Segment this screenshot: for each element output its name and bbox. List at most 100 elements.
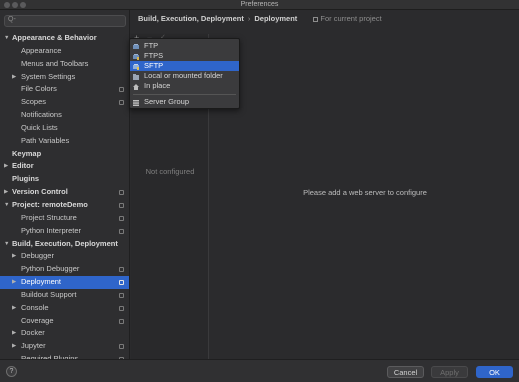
sidebar-item-coverage[interactable]: Coverage [0, 315, 129, 328]
sidebar-item-label: Appearance [21, 45, 62, 55]
add-server-menu: Server Group FTP FTPS SFTP Local or mounted… [129, 38, 240, 109]
sidebar-item-label: System Settings [21, 71, 76, 81]
sidebar-item-label: Jupyter [21, 341, 46, 351]
expanded-arrow-icon[interactable]: ▼ [4, 32, 9, 45]
sidebar-item-appearance[interactable]: Appearance [0, 45, 129, 58]
sidebar-item-notifications[interactable]: Notifications [0, 109, 129, 122]
sidebar-item-keymap[interactable]: Keymap [0, 148, 129, 161]
sidebar-item-label: Appearance & Behavior [12, 33, 97, 42]
sidebar-item-label: Editor [12, 161, 34, 171]
collapsed-arrow-icon[interactable]: ▶ [12, 327, 16, 340]
help-button[interactable]: ? [6, 366, 17, 377]
menu-separator [133, 94, 236, 95]
sidebar-item-label: Python Debugger [21, 264, 80, 274]
sidebar-item-buildout-support[interactable]: Buildout Support [0, 289, 129, 302]
menu-item-label: Local or mounted folder [144, 71, 223, 80]
menu-item-sftp[interactable]: SFTP [130, 61, 239, 71]
settings-search-input[interactable]: Q- [4, 15, 126, 27]
dialog-footer: ? Cancel Apply OK [0, 359, 519, 382]
sidebar-item-label: Docker [21, 328, 45, 338]
menu-item-label: FTPS [144, 51, 164, 60]
menu-item-label: FTP [144, 41, 159, 50]
sidebar-item-file-colors[interactable]: File Colors [0, 83, 129, 96]
project-level-icon [119, 318, 124, 324]
collapsed-arrow-icon[interactable]: ▶ [12, 250, 16, 263]
menu-item-in-place[interactable]: In place [130, 81, 239, 91]
sidebar-item-label: File Colors [21, 84, 57, 94]
menu-item-label: Server Group [144, 97, 190, 106]
project-level-icon [119, 292, 124, 298]
sidebar-item-plugins[interactable]: Plugins [0, 173, 129, 186]
cancel-button[interactable]: Cancel [387, 366, 424, 378]
sidebar-item-quick-lists[interactable]: Quick Lists [0, 122, 129, 135]
menu-item-label: SFTP [144, 61, 164, 70]
project-level-icon [119, 344, 124, 350]
expanded-arrow-icon[interactable]: ▼ [4, 199, 9, 212]
menu-item-label: In place [144, 81, 171, 90]
breadcrumb-separator: › [247, 14, 251, 23]
sidebar-item-label: Keymap [12, 148, 42, 158]
expanded-arrow-icon[interactable]: ▼ [4, 238, 9, 251]
sidebar-item-label: Menus and Toolbars [21, 58, 89, 68]
menu-item-local-or-mounted-folder[interactable]: Local or mounted folder [130, 71, 239, 81]
menu-item-ftps[interactable]: FTPS [130, 51, 239, 61]
project-scope-icon [313, 17, 319, 22]
sidebar-item-label: Project Structure [21, 212, 77, 222]
project-level-icon [119, 215, 124, 221]
collapsed-arrow-icon[interactable]: ▶ [4, 186, 8, 199]
sidebar-item-label: Debugger [21, 251, 54, 261]
sidebar-item-label: Build, Execution, Deployment [12, 238, 118, 248]
sidebar-item-scopes[interactable]: Scopes [0, 96, 129, 109]
collapsed-arrow-icon[interactable]: ▶ [12, 340, 16, 353]
sidebar-item-label: Plugins [12, 174, 40, 184]
sidebar-item-debugger[interactable]: ▶ Debugger [0, 250, 129, 263]
sidebar-item-label: Python Interpreter [21, 225, 82, 235]
settings-tree: ▼ Appearance & Behavior Appearance Menus an… [0, 32, 129, 359]
home-icon [133, 83, 139, 90]
project-level-icon [119, 267, 124, 273]
sidebar-item-project-remotedemo[interactable]: ▼ Project: remoteDemo [0, 199, 129, 212]
apply-button[interactable]: Apply [431, 366, 468, 378]
menu-item-server-group[interactable]: Server Group [130, 97, 239, 107]
sidebar-item-label: Notifications [21, 110, 62, 120]
sidebar-item-label: Coverage [21, 315, 54, 325]
sidebar-item-console[interactable]: ▶ Console [0, 302, 129, 315]
sidebar-item-project-structure[interactable]: Project Structure [0, 212, 129, 225]
sidebar-item-python-interpreter[interactable]: Python Interpreter [0, 225, 129, 238]
sidebar-item-label: Buildout Support [21, 289, 77, 299]
settings-sidebar: Q- ▼ Appearance & Behavior Appearance Menus… [0, 10, 130, 359]
breadcrumb-section[interactable]: Build, Execution, Deployment [138, 14, 244, 23]
project-level-icon [119, 202, 124, 208]
sidebar-item-editor[interactable]: ▶ Editor [0, 160, 129, 173]
sidebar-item-menus-and-toolbars[interactable]: Menus and Toolbars [0, 58, 129, 71]
collapsed-arrow-icon[interactable]: ▶ [4, 160, 8, 173]
project-level-icon [119, 87, 124, 93]
sidebar-item-label: Quick Lists [21, 122, 58, 132]
sidebar-item-label: Console [21, 302, 49, 312]
sidebar-item-deployment[interactable]: ▶ Deployment [0, 276, 129, 289]
sidebar-item-system-settings[interactable]: ▶ System Settings [0, 71, 129, 84]
project-level-icon [119, 100, 124, 106]
ok-button[interactable]: OK [476, 366, 513, 378]
menu-item-ftp[interactable]: FTP [130, 41, 239, 51]
collapsed-arrow-icon[interactable]: ▶ [12, 71, 16, 84]
sidebar-item-appearance-behavior[interactable]: ▼ Appearance & Behavior [0, 32, 129, 45]
sidebar-item-build-execution-deployment[interactable]: ▼ Build, Execution, Deployment [0, 238, 129, 251]
sidebar-item-jupyter[interactable]: ▶ Jupyter [0, 340, 129, 353]
sidebar-item-version-control[interactable]: ▶ Version Control [0, 186, 129, 199]
sidebar-item-python-debugger[interactable]: Python Debugger [0, 263, 129, 276]
sidebar-item-label: Deployment [21, 277, 62, 287]
collapsed-arrow-icon[interactable]: ▶ [12, 276, 16, 289]
sidebar-item-label: Project: remoteDemo [12, 199, 88, 209]
sidebar-item-docker[interactable]: ▶ Docker [0, 327, 129, 340]
window-title: Preferences [240, 1, 279, 8]
sidebar-item-path-variables[interactable]: Path Variables [0, 135, 129, 148]
sidebar-item-label: Path Variables [21, 135, 70, 145]
project-level-icon [119, 305, 124, 311]
collapsed-arrow-icon[interactable]: ▶ [12, 302, 16, 315]
title-bar: Preferences [0, 0, 519, 10]
project-level-icon [119, 280, 124, 286]
breadcrumb-page: Deployment [254, 14, 298, 23]
servers-empty-text: Not configured [145, 167, 195, 176]
ftp-icon [133, 43, 139, 49]
